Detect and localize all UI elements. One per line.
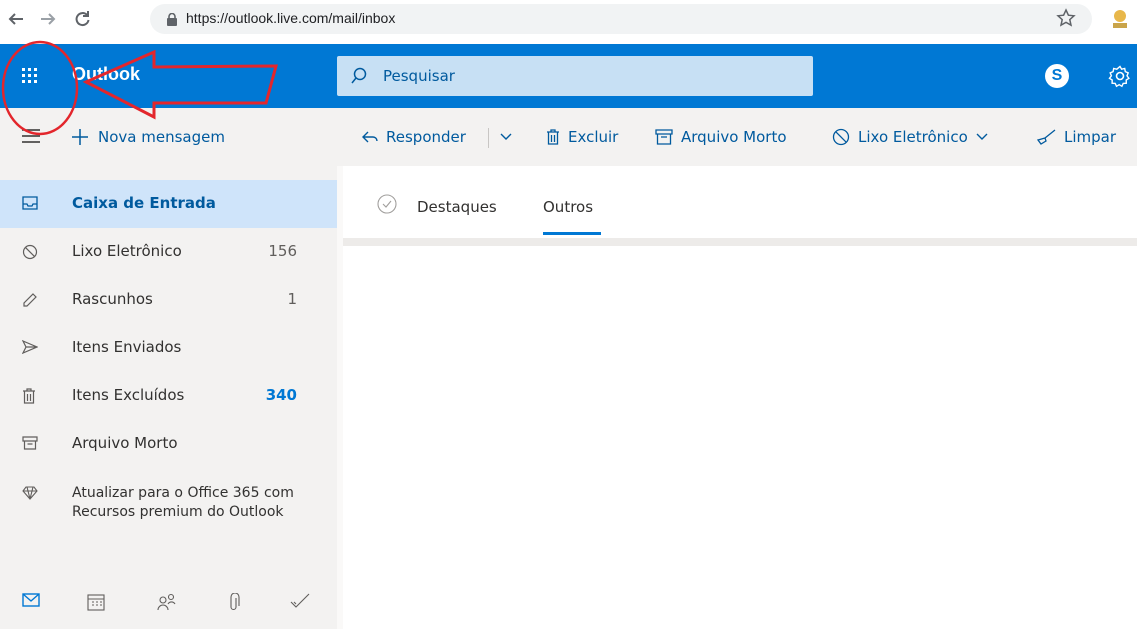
skype-icon[interactable]: S <box>1045 64 1069 88</box>
delete-button[interactable]: Excluir <box>546 124 618 150</box>
app-launcher-waffle-icon[interactable] <box>22 68 38 84</box>
command-bar: Nova mensagem Responder Excluir Arquivo … <box>0 108 1137 166</box>
junk-label: Lixo Eletrônico <box>858 128 968 146</box>
block-icon <box>832 128 850 146</box>
forward-arrow-icon[interactable] <box>38 9 58 29</box>
mail-icon[interactable] <box>22 593 40 607</box>
delete-label: Excluir <box>568 128 619 146</box>
broom-icon <box>1036 129 1056 145</box>
reload-icon[interactable] <box>72 9 92 29</box>
calendar-icon[interactable] <box>87 593 105 611</box>
reply-button[interactable]: Responder <box>362 124 466 150</box>
url-text: https://outlook.live.com/mail/inbox <box>186 10 396 26</box>
sweep-button[interactable]: Limpar <box>1036 124 1116 150</box>
trash-icon <box>547 129 559 145</box>
active-tab-indicator <box>543 232 601 235</box>
reply-arrow-icon <box>362 131 378 143</box>
list-separator <box>343 238 1137 246</box>
divider <box>488 128 489 148</box>
send-icon <box>22 340 38 354</box>
address-bar[interactable]: https://outlook.live.com/mail/inbox <box>150 4 1092 34</box>
upgrade-premium-link[interactable]: Atualizar para o Office 365 com Recursos… <box>0 476 337 556</box>
folder-pane: Caixa de Entrada Lixo Eletrônico 156 Ras… <box>0 166 337 629</box>
paperclip-icon[interactable] <box>228 593 240 611</box>
inbox-tabs: Destaques Outros <box>343 166 1137 238</box>
new-message-label: Nova mensagem <box>98 128 225 146</box>
inbox-icon <box>22 196 38 210</box>
folder-label: Arquivo Morto <box>72 434 178 452</box>
folder-label: Caixa de Entrada <box>72 194 216 212</box>
star-bookmark-icon[interactable] <box>1056 8 1076 28</box>
message-list-pane: Destaques Outros <box>337 166 1137 629</box>
folder-junk[interactable]: Lixo Eletrônico 156 <box>0 228 337 276</box>
app-title[interactable]: Outlook <box>72 64 140 85</box>
search-input[interactable]: Pesquisar <box>383 67 455 85</box>
app-header: Outlook Pesquisar S <box>0 44 1137 108</box>
plus-icon <box>72 129 88 145</box>
module-switcher <box>0 578 337 629</box>
folder-sent[interactable]: Itens Enviados <box>0 324 337 372</box>
back-arrow-icon[interactable] <box>6 9 26 29</box>
tab-other[interactable]: Outros <box>543 198 593 216</box>
reply-label: Responder <box>386 128 466 146</box>
tab-focused[interactable]: Destaques <box>417 198 497 216</box>
folder-deleted[interactable]: Itens Excluídos 340 <box>0 372 337 420</box>
folder-count: 156 <box>268 242 297 260</box>
junk-icon <box>22 244 38 260</box>
folder-label: Rascunhos <box>72 290 153 308</box>
pencil-icon <box>22 292 38 308</box>
settings-gear-icon[interactable] <box>1108 64 1132 88</box>
archive-icon <box>22 436 38 450</box>
junk-button[interactable]: Lixo Eletrônico <box>832 124 988 150</box>
folder-label: Itens Excluídos <box>72 386 185 404</box>
people-icon[interactable] <box>157 593 177 611</box>
folder-label: Lixo Eletrônico <box>72 242 182 260</box>
folder-archive[interactable]: Arquivo Morto <box>0 420 337 468</box>
upgrade-label: Atualizar para o Office 365 com Recursos… <box>72 485 294 520</box>
lock-icon <box>166 13 178 26</box>
browser-toolbar: https://outlook.live.com/mail/inbox <box>0 0 1137 38</box>
search-box[interactable]: Pesquisar <box>337 56 813 96</box>
trash-icon <box>22 388 36 404</box>
folder-count: 340 <box>265 386 297 404</box>
folder-inbox[interactable]: Caixa de Entrada <box>0 180 337 228</box>
extension-icon[interactable] <box>1108 7 1132 31</box>
diamond-icon <box>22 486 38 500</box>
new-message-button[interactable]: Nova mensagem <box>72 124 225 150</box>
hamburger-menu-icon[interactable] <box>22 129 40 143</box>
folder-drafts[interactable]: Rascunhos 1 <box>0 276 337 324</box>
folder-label: Itens Enviados <box>72 338 182 356</box>
search-icon <box>351 67 367 85</box>
archive-icon <box>655 129 673 145</box>
archive-label: Arquivo Morto <box>681 128 787 146</box>
archive-button[interactable]: Arquivo Morto <box>655 124 787 150</box>
select-all-check-icon[interactable] <box>377 194 397 214</box>
sweep-label: Limpar <box>1064 128 1117 146</box>
reply-options-chevron-icon[interactable] <box>500 124 520 150</box>
todo-check-icon[interactable] <box>290 593 310 609</box>
chevron-down-icon <box>976 133 988 140</box>
folder-count: 1 <box>287 290 297 308</box>
